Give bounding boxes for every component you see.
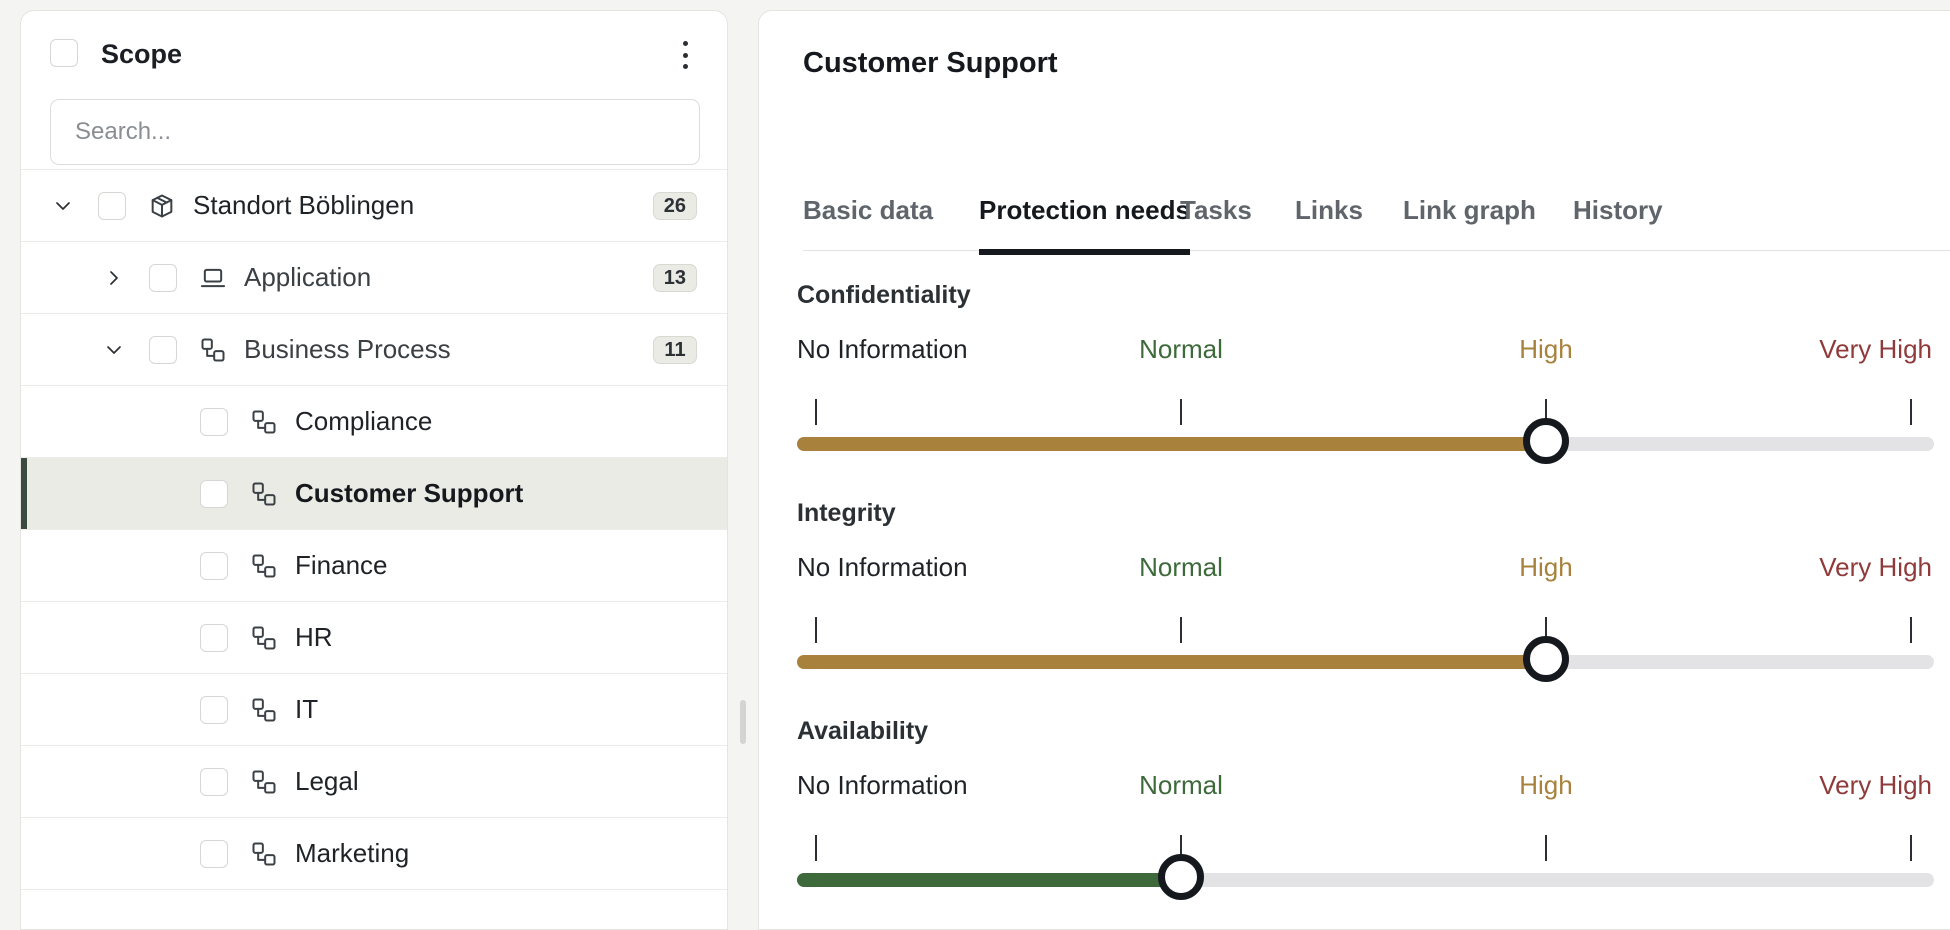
box-icon xyxy=(148,192,176,220)
scope-tree: Standort Böblingen 26 Application 13 Busines… xyxy=(21,169,727,890)
level-tick xyxy=(815,617,817,643)
process-icon xyxy=(250,624,278,652)
level-tick xyxy=(1910,399,1912,425)
process-icon xyxy=(250,840,278,868)
slider-fill xyxy=(797,655,1546,669)
detail-panel: Customer Support Basic data Protection ne… xyxy=(758,10,1950,930)
count-badge: 26 xyxy=(652,192,697,220)
tree-item-checkbox[interactable] xyxy=(200,408,228,436)
slider-thumb[interactable] xyxy=(1523,418,1569,464)
tree-item-checkbox[interactable] xyxy=(149,264,177,292)
tree-item[interactable]: Marketing xyxy=(21,818,727,890)
protection-slider[interactable] xyxy=(797,636,1934,682)
process-icon xyxy=(250,696,278,724)
chevron-down-icon[interactable] xyxy=(102,338,126,362)
tree-item-label: IT xyxy=(295,694,319,724)
panel-resize-handle[interactable] xyxy=(740,700,746,744)
count-badge: 13 xyxy=(652,264,697,292)
slider-fill xyxy=(797,873,1181,887)
tree-item[interactable]: Application 13 xyxy=(21,242,727,314)
tree-item-checkbox[interactable] xyxy=(200,696,228,724)
scope-panel: Scope Standort Böblingen 26 Application 13 B… xyxy=(20,10,728,930)
level-label[interactable]: High xyxy=(1519,552,1572,583)
laptop-icon xyxy=(199,264,227,292)
tree-item-label: Finance xyxy=(295,550,388,580)
level-label[interactable]: Normal xyxy=(1139,552,1223,583)
level-label[interactable]: High xyxy=(1519,334,1572,365)
level-label[interactable]: No Information xyxy=(797,552,968,583)
search-input[interactable] xyxy=(50,99,700,165)
tree-item[interactable]: IT xyxy=(21,674,727,746)
level-label[interactable]: High xyxy=(1519,770,1572,801)
scope-title: Scope xyxy=(101,39,183,69)
level-tick xyxy=(1180,399,1182,425)
tree-item-checkbox[interactable] xyxy=(200,624,228,652)
level-tick xyxy=(1910,835,1912,861)
tree-item[interactable]: Business Process 11 xyxy=(21,314,727,386)
process-icon xyxy=(199,336,227,364)
more-options-icon[interactable] xyxy=(673,41,697,69)
tree-item-checkbox[interactable] xyxy=(98,192,126,220)
tab-tasks[interactable]: Tasks xyxy=(1180,195,1252,226)
tree-item-label: Marketing xyxy=(295,838,410,868)
process-icon xyxy=(250,768,278,796)
tree-item[interactable]: HR xyxy=(21,602,727,674)
level-tick xyxy=(815,835,817,861)
tree-item-label: Application xyxy=(244,262,372,292)
level-label[interactable]: Very High xyxy=(1819,334,1932,365)
section-title: Availability xyxy=(797,717,929,745)
tab-links[interactable]: Links xyxy=(1295,195,1363,226)
tab-history[interactable]: History xyxy=(1573,195,1663,226)
slider-fill xyxy=(797,437,1546,451)
tree-item[interactable]: Standort Böblingen 26 xyxy=(21,170,727,242)
slider-thumb[interactable] xyxy=(1523,636,1569,682)
level-label[interactable]: Normal xyxy=(1139,770,1223,801)
tree-item-checkbox[interactable] xyxy=(149,336,177,364)
tree-item-checkbox[interactable] xyxy=(200,552,228,580)
protection-slider[interactable] xyxy=(797,854,1934,900)
tree-item-label: HR xyxy=(295,622,333,652)
level-label[interactable]: Very High xyxy=(1819,770,1932,801)
tree-item[interactable]: Customer Support xyxy=(21,458,727,530)
level-tick xyxy=(1910,617,1912,643)
page-title: Customer Support xyxy=(803,47,1058,79)
tree-item-checkbox[interactable] xyxy=(200,768,228,796)
level-label[interactable]: No Information xyxy=(797,334,968,365)
chevron-right-icon[interactable] xyxy=(102,266,126,290)
chevron-down-icon[interactable] xyxy=(51,194,75,218)
section-title: Confidentiality xyxy=(797,281,971,309)
scope-header: Scope xyxy=(21,11,727,91)
tree-item-checkbox[interactable] xyxy=(200,480,228,508)
level-label[interactable]: Very High xyxy=(1819,552,1932,583)
tree-item-label: Legal xyxy=(295,766,359,796)
level-label[interactable]: No Information xyxy=(797,770,968,801)
select-all-checkbox[interactable] xyxy=(50,39,78,67)
level-tick xyxy=(1180,617,1182,643)
process-icon xyxy=(250,480,278,508)
tree-item[interactable]: Legal xyxy=(21,746,727,818)
tree-item-label: Business Process xyxy=(244,334,451,364)
tree-item-checkbox[interactable] xyxy=(200,840,228,868)
level-tick xyxy=(1545,835,1547,861)
tab-bar: Basic data Protection needs Tasks Links Link… xyxy=(803,171,1950,255)
tab-protection-needs[interactable]: Protection needs xyxy=(979,195,1190,255)
slider-thumb[interactable] xyxy=(1158,854,1204,900)
section-title: Integrity xyxy=(797,499,896,527)
level-tick xyxy=(815,399,817,425)
level-label[interactable]: Normal xyxy=(1139,334,1223,365)
tree-item[interactable]: Compliance xyxy=(21,386,727,458)
protection-slider[interactable] xyxy=(797,418,1934,464)
process-icon xyxy=(250,408,278,436)
count-badge: 11 xyxy=(653,336,697,364)
tab-basic-data[interactable]: Basic data xyxy=(803,195,933,226)
tree-item[interactable]: Finance xyxy=(21,530,727,602)
tree-item-label: Customer Support xyxy=(295,478,524,508)
tree-item-label: Standort Böblingen xyxy=(193,190,415,220)
tree-item-label: Compliance xyxy=(295,406,433,436)
tab-link-graph[interactable]: Link graph xyxy=(1403,195,1536,226)
process-icon xyxy=(250,552,278,580)
